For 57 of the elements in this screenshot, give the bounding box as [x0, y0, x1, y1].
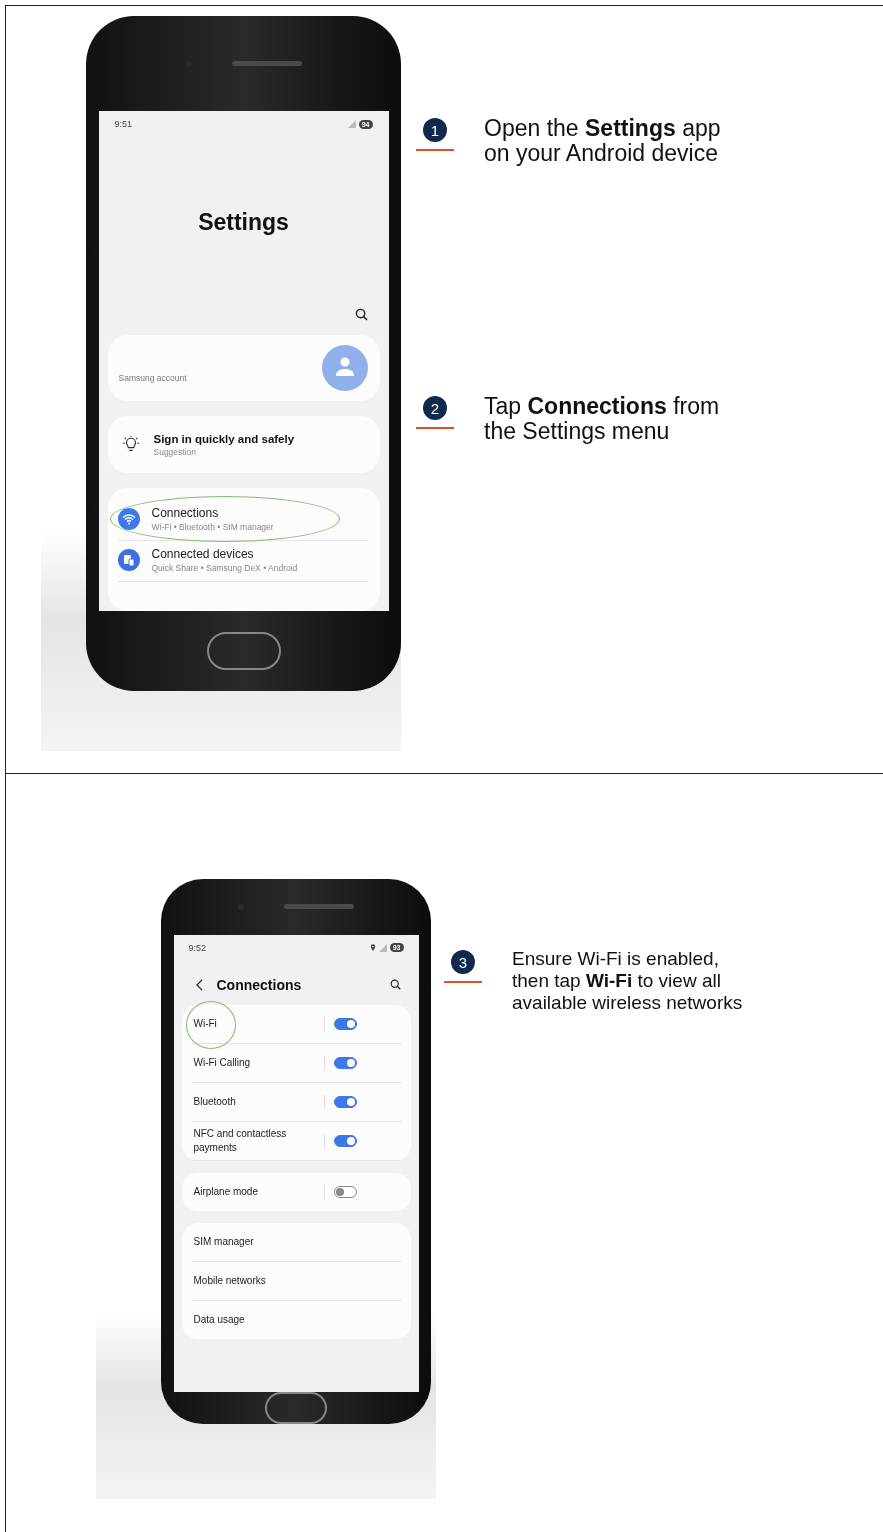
step-number: 1: [423, 118, 447, 142]
row-label: Wi-Fi Calling: [192, 1055, 252, 1070]
step-underline: [444, 981, 482, 983]
screen-title: Connections: [216, 976, 303, 993]
suggestion-title: Sign in quickly and safely: [153, 432, 295, 445]
avatar-icon: [321, 345, 368, 392]
connection-row[interactable]: NFC and contactless payments: [191, 1121, 401, 1161]
toggle-switch[interactable]: [333, 1017, 357, 1030]
screen-title: Settings: [197, 209, 290, 236]
row-label: Bluetooth: [192, 1094, 237, 1109]
row-label: Wi-Fi: [192, 1016, 218, 1031]
item-subtitle: Quick Share • Samsung DeX • Android: [151, 563, 298, 574]
step-underline: [416, 149, 454, 151]
step-number: 3: [451, 950, 475, 974]
settings-item[interactable]: Connections Wi-Fi • Bluetooth • SIM manager: [117, 500, 368, 542]
row-label: Data usage: [192, 1312, 246, 1327]
step-text: Open the Settings app on your Android device: [484, 116, 722, 166]
row-label: SIM manager: [192, 1234, 255, 1249]
home-button[interactable]: [206, 632, 281, 670]
toggle-switch[interactable]: [333, 1185, 357, 1198]
toggle-switch[interactable]: [333, 1056, 357, 1069]
account-label: Samsung account: [118, 373, 187, 384]
connection-row[interactable]: SIM manager: [191, 1222, 401, 1262]
devices-icon: [117, 549, 140, 572]
row-label: Airplane mode: [192, 1184, 259, 1199]
signal-icon: [378, 943, 387, 952]
step-text: Tap Connections from the Settings menu: [484, 394, 721, 444]
status-time: 9:52: [188, 942, 207, 953]
status-time: 9:51: [114, 119, 133, 129]
connection-row[interactable]: Wi-Fi: [191, 1004, 401, 1044]
row-label: Mobile networks: [192, 1273, 267, 1288]
step-number: 2: [423, 396, 447, 420]
item-subtitle: Wi-Fi • Bluetooth • SIM manager: [151, 522, 274, 533]
search-icon[interactable]: [389, 979, 401, 991]
settings-item[interactable]: Connected devices Quick Share • Samsung DeX • Android: [117, 541, 368, 583]
connection-row[interactable]: Mobile networks: [191, 1261, 401, 1301]
connection-row[interactable]: Data usage: [191, 1300, 401, 1339]
speaker-grille: [231, 61, 302, 66]
account-card[interactable]: Samsung account: [107, 335, 380, 402]
item-title: Connections: [151, 506, 220, 521]
step-text: Ensure Wi-Fi is enabled, then tap Wi-Fi to view all available wireless networks: [512, 948, 744, 1014]
back-icon[interactable]: [195, 978, 203, 991]
home-button[interactable]: [265, 1392, 327, 1424]
toggle-switch[interactable]: [333, 1134, 357, 1147]
search-icon[interactable]: [354, 308, 368, 321]
speaker-grille: [284, 904, 354, 910]
connection-row[interactable]: Bluetooth: [191, 1082, 401, 1122]
toggle-switch[interactable]: [333, 1095, 357, 1108]
step-underline: [416, 427, 454, 429]
suggestion-card[interactable]: Sign in quickly and safely Suggestion: [107, 416, 380, 474]
row-label: NFC and contactless payments: [192, 1126, 288, 1155]
lightbulb-icon: [121, 435, 140, 454]
suggestion-subtitle: Suggestion: [153, 446, 198, 457]
signal-icon: [347, 120, 356, 128]
connection-row[interactable]: Wi-Fi Calling: [191, 1043, 401, 1083]
wifi-icon: [117, 508, 140, 531]
item-title: Connected devices: [151, 547, 255, 562]
